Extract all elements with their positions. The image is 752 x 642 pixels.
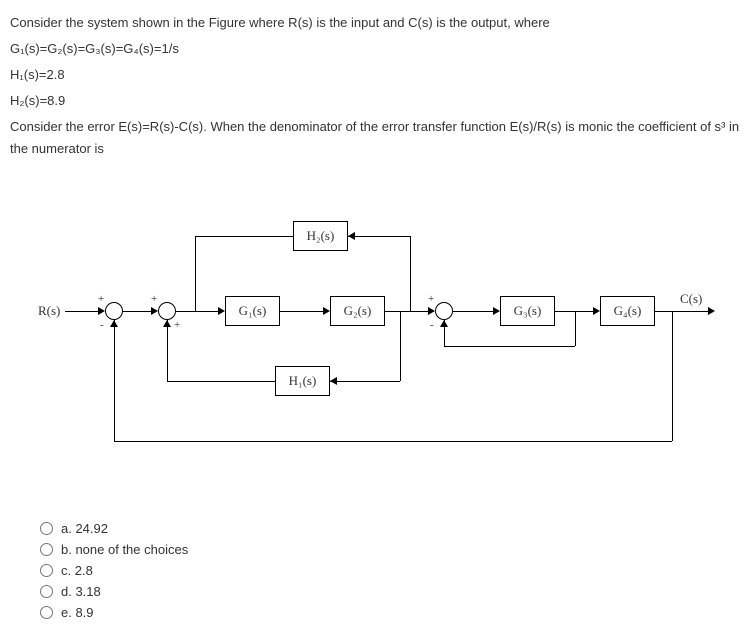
g1-block: G₁(s) (225, 296, 280, 326)
option-b[interactable]: b. none of the choices (40, 542, 742, 557)
summing-junction-2 (158, 302, 176, 320)
option-b-label: b. none of the choices (61, 542, 188, 557)
option-e-label: e. 8.9 (61, 605, 94, 620)
h1-block: H₁(s) (275, 366, 330, 396)
radio-b[interactable] (40, 543, 53, 556)
question-line-5: Consider the error E(s)=R(s)-C(s). When … (10, 116, 742, 160)
option-c[interactable]: c. 2.8 (40, 563, 742, 578)
question-line-4: H₂(s)=8.9 (10, 90, 742, 112)
output-label: C(s) (680, 291, 702, 307)
option-a[interactable]: a. 24.92 (40, 521, 742, 536)
answer-options: a. 24.92 b. none of the choices c. 2.8 d… (40, 521, 742, 620)
radio-c[interactable] (40, 564, 53, 577)
question-text: Consider the system shown in the Figure … (10, 12, 742, 161)
summing-junction-3 (435, 302, 453, 320)
question-line-2: G₁(s)=G₂(s)=G₃(s)=G₄(s)=1/s (10, 38, 742, 60)
g2-block: G₂(s) (330, 296, 385, 326)
radio-e[interactable] (40, 606, 53, 619)
option-e[interactable]: e. 8.9 (40, 605, 742, 620)
option-a-label: a. 24.92 (61, 521, 108, 536)
summing-junction-1 (105, 302, 123, 320)
block-diagram: R(s) + - + + G₁(s) G₂(s) + - (10, 181, 742, 481)
question-line-3: H₁(s)=2.8 (10, 64, 742, 86)
option-d[interactable]: d. 3.18 (40, 584, 742, 599)
g3-block: G₃(s) (500, 296, 555, 326)
input-label: R(s) (38, 303, 60, 319)
radio-a[interactable] (40, 522, 53, 535)
radio-d[interactable] (40, 585, 53, 598)
option-c-label: c. 2.8 (61, 563, 93, 578)
g4-block: G₄(s) (600, 296, 655, 326)
option-d-label: d. 3.18 (61, 584, 101, 599)
question-line-1: Consider the system shown in the Figure … (10, 12, 742, 34)
h2-block: H₂(s) (293, 221, 348, 251)
